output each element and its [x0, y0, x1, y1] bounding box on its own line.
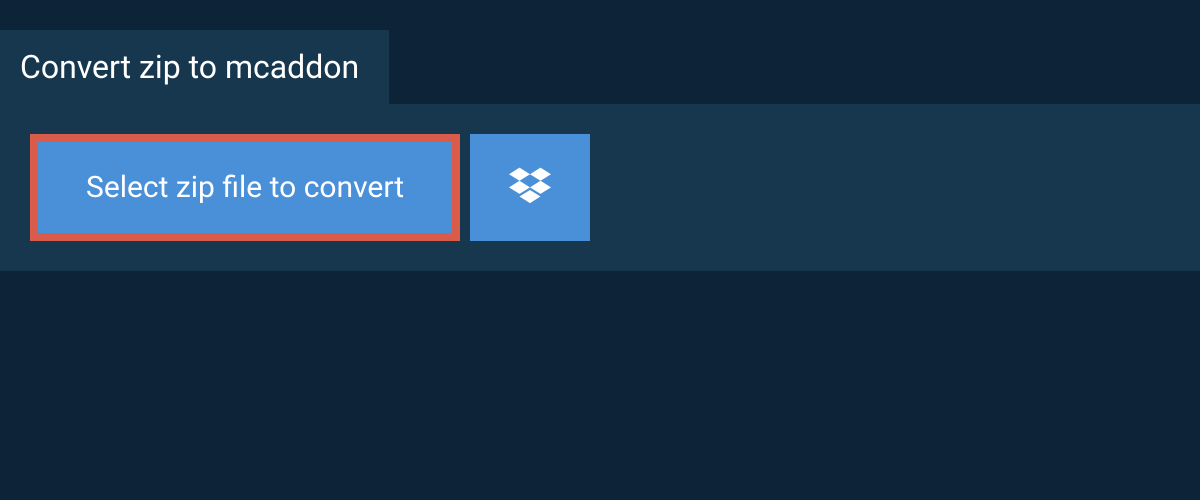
page-title: Convert zip to mcaddon — [20, 48, 359, 86]
dropbox-icon — [509, 165, 551, 210]
upload-panel: Select zip file to convert — [0, 104, 1200, 271]
header-tab: Convert zip to mcaddon — [0, 30, 389, 104]
select-file-label: Select zip file to convert — [86, 170, 404, 205]
dropbox-button[interactable] — [470, 134, 590, 241]
select-file-button[interactable]: Select zip file to convert — [30, 134, 460, 241]
